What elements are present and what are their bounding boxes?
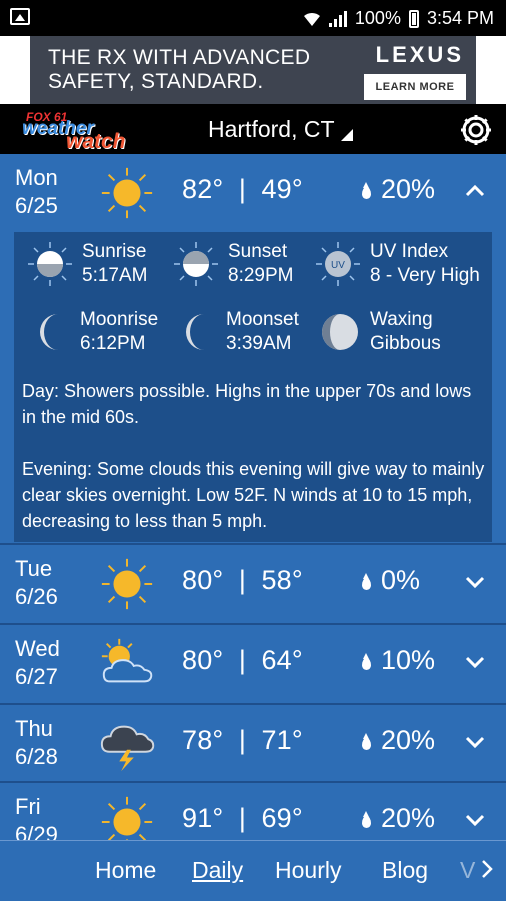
day-forecast-text: Day: Showers possible. Highs in the uppe… xyxy=(22,381,472,427)
tab-hourly[interactable]: Hourly xyxy=(275,857,341,884)
chevron-down-icon[interactable] xyxy=(464,809,486,831)
chevron-up-icon[interactable] xyxy=(464,180,486,202)
sunrise-cell: Sunrise 5:17AM xyxy=(26,240,147,288)
precip: 20% xyxy=(362,725,435,756)
status-bar: 100% 3:54 PM xyxy=(0,0,506,36)
ad-creative[interactable]: THE RX WITH ADVANCED SAFETY, STANDARD. LE… xyxy=(30,36,476,104)
bottom-tab-bar: Home Daily Hourly Blog V xyxy=(0,840,506,901)
day-label: Fri 6/29 xyxy=(15,794,58,840)
dropdown-caret-icon xyxy=(340,128,353,141)
day-detail-panel: Sunrise 5:17AM Sunset 8:29PM UV UV Index 8 … xyxy=(14,232,492,542)
sun-icon xyxy=(101,167,153,219)
day-row-thu[interactable]: Thu 6/28 78° | 71° 20% xyxy=(0,705,506,783)
chevron-down-icon[interactable] xyxy=(464,731,486,753)
ad-text: THE RX WITH ADVANCED SAFETY, STANDARD. xyxy=(48,46,311,93)
chevron-down-icon[interactable] xyxy=(464,651,486,673)
raindrop-icon xyxy=(362,732,371,750)
tab-home[interactable]: Home xyxy=(95,857,156,884)
sun-icon xyxy=(101,796,153,840)
signal-icon xyxy=(328,10,347,27)
chevron-right-icon[interactable] xyxy=(480,859,494,879)
moonrise-cell: Moonrise 6:12PM xyxy=(32,308,158,356)
temps: 82° | 49° xyxy=(182,174,303,204)
clock: 3:54 PM xyxy=(426,8,494,28)
day-label: Mon 6/25 xyxy=(15,165,58,218)
raindrop-icon xyxy=(362,810,371,828)
raindrop-icon xyxy=(362,181,371,199)
wifi-icon xyxy=(303,12,320,26)
precip: 0% xyxy=(362,565,420,596)
battery-percent: 100% xyxy=(354,8,401,28)
uv-index-cell: UV UV Index 8 - Very High xyxy=(314,240,480,288)
sun-icon xyxy=(101,558,153,610)
lexus-logo: LEXUS xyxy=(375,42,464,67)
ad-banner[interactable]: THE RX WITH ADVANCED SAFETY, STANDARD. LE… xyxy=(0,36,506,104)
day-row-tue[interactable]: Tue 6/26 80° | 58° 0% xyxy=(0,545,506,623)
day-row-wed[interactable]: Wed 6/27 80° | 64° 10% xyxy=(0,625,506,703)
day-row-fri[interactable]: Fri 6/29 91° | 69° 20% xyxy=(0,783,506,840)
sunrise-icon xyxy=(28,242,72,286)
location-label: Hartford, CT xyxy=(208,116,335,142)
app-logo: FOX 61 weather watch xyxy=(22,110,126,153)
partly-cloudy-icon xyxy=(101,638,153,683)
raindrop-icon xyxy=(362,652,371,670)
learn-more-button[interactable]: LEARN MORE xyxy=(364,74,466,100)
location-selector[interactable]: Hartford, CT xyxy=(208,116,353,143)
temps: 80° | 64° xyxy=(182,645,303,675)
svg-text:UV: UV xyxy=(331,260,345,271)
sunset-cell: Sunset 8:29PM xyxy=(172,240,293,288)
moonset-cell: Moonset 3:39AM xyxy=(178,308,299,356)
moon-icon xyxy=(186,314,204,350)
thunderstorm-icon xyxy=(100,725,155,772)
moon-phase-cell: Waxing Gibbous xyxy=(318,308,441,356)
chevron-down-icon[interactable] xyxy=(464,571,486,593)
waxing-gibbous-icon xyxy=(322,314,358,350)
sunset-icon xyxy=(174,242,218,286)
day-label: Tue 6/26 xyxy=(15,556,58,609)
tab-more-partial[interactable]: V xyxy=(460,857,475,884)
evening-forecast-text: Evening: Some clouds this evening will g… xyxy=(22,459,485,531)
temps: 78° | 71° xyxy=(182,725,303,755)
uv-icon: UV xyxy=(316,242,360,286)
precip: 10% xyxy=(362,645,435,676)
moon-icon xyxy=(40,314,58,350)
temps: 91° | 69° xyxy=(182,803,303,833)
tab-blog[interactable]: Blog xyxy=(382,857,428,884)
tab-daily[interactable]: Daily xyxy=(192,857,243,884)
raindrop-icon xyxy=(362,572,371,590)
app-header: FOX 61 weather watch Hartford, CT xyxy=(0,104,506,154)
precip: 20% xyxy=(362,174,435,205)
battery-icon xyxy=(408,9,419,28)
day-row-mon[interactable]: Mon 6/25 82° | 49° 20% xyxy=(0,154,506,232)
temps: 80° | 58° xyxy=(182,565,303,595)
settings-gear-icon[interactable] xyxy=(458,112,494,148)
image-icon xyxy=(10,8,30,25)
day-label: Wed 6/27 xyxy=(15,636,60,689)
day-label: Thu 6/28 xyxy=(15,716,58,769)
precip: 20% xyxy=(362,803,435,834)
